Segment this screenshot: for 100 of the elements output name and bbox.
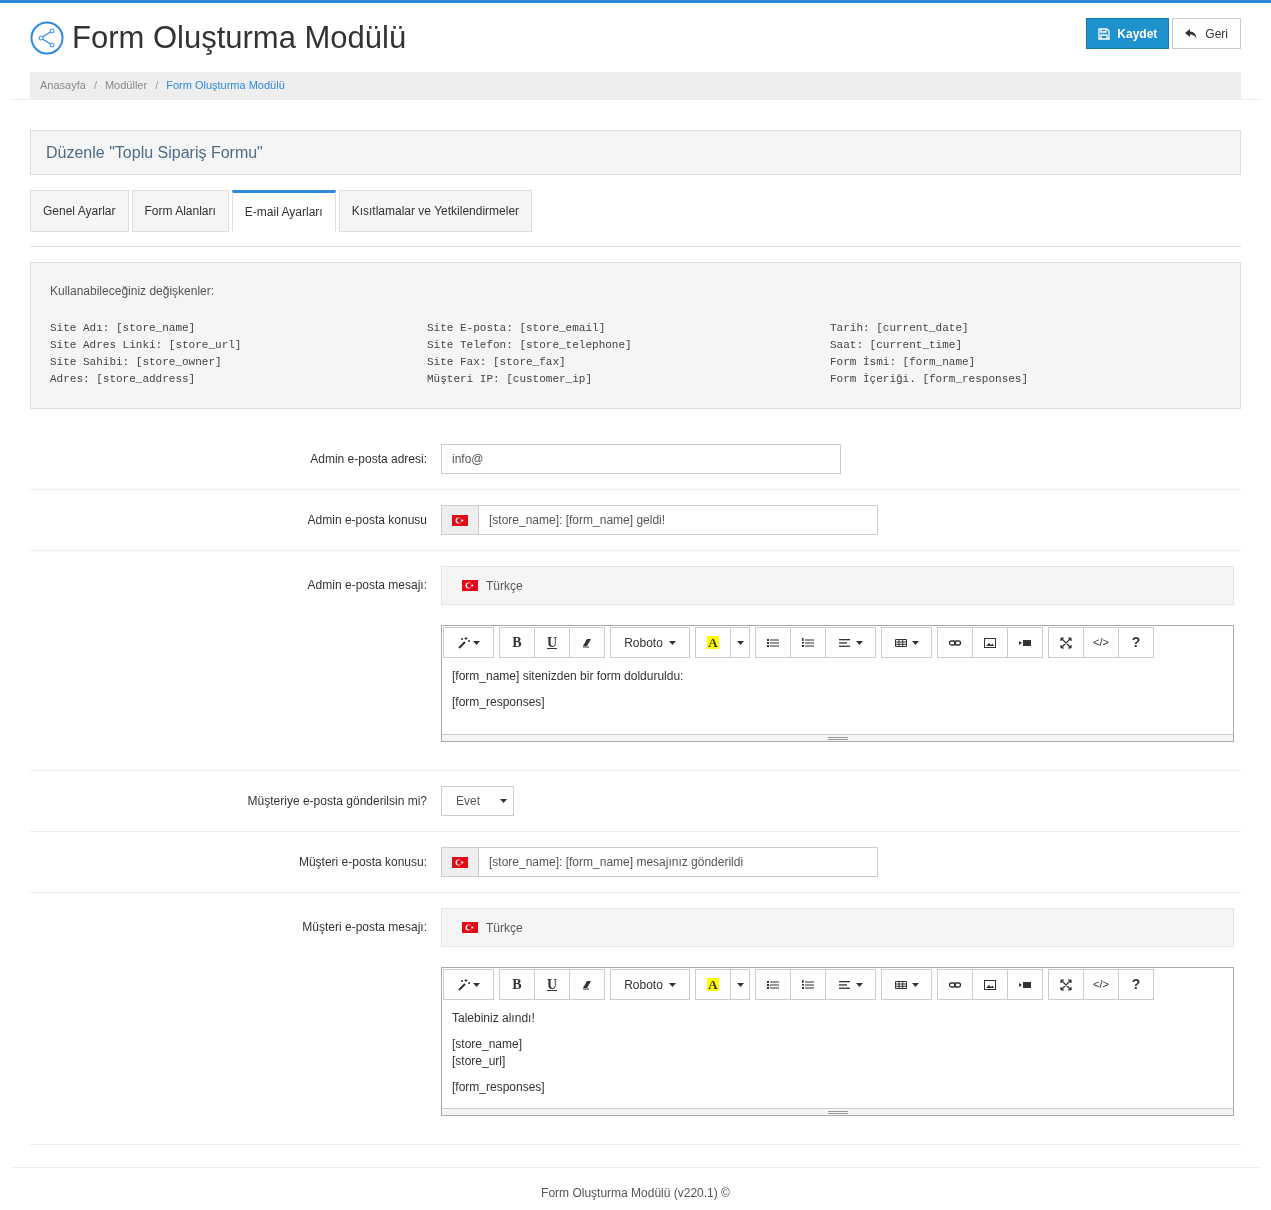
caret-icon: [736, 640, 744, 645]
magic-wand-icon: [457, 977, 471, 992]
caret-icon: [668, 982, 676, 987]
resize-handle[interactable]: [442, 1108, 1233, 1115]
image-icon: [983, 977, 997, 992]
fullscreen-button[interactable]: [1048, 969, 1084, 1000]
variable-text: Form İsmi: [form_name]: [830, 355, 977, 370]
caret-icon: [500, 799, 507, 803]
select-dropdown[interactable]: Evet: [441, 786, 514, 816]
editor-paragraph: [form_name] sitenizden bir form dolduruldu:: [452, 668, 685, 685]
variables-title: Kullanabileceğiniz değişkenler:: [50, 283, 216, 300]
image-button[interactable]: [972, 969, 1008, 1000]
variable-text: Saat: [current_time]: [830, 338, 964, 353]
page-title: Form Oluşturma Modülü: [72, 19, 407, 57]
style-button[interactable]: [443, 627, 494, 658]
caret-icon: [736, 982, 744, 987]
variable-text: Form İçeriği. [form_responses]: [830, 372, 1030, 387]
variable-text: Site Adı: [store_name]: [50, 321, 197, 336]
color-dropdown-button[interactable]: [730, 969, 750, 1000]
numbered-list-icon: [801, 635, 815, 650]
tab[interactable]: Form Alanları: [131, 190, 229, 232]
tab[interactable]: Kısıtlamalar ve Yetkilendirmeler: [338, 190, 533, 232]
text-color-button[interactable]: A: [695, 969, 731, 1000]
flag-icon: [462, 922, 478, 933]
clear-format-button[interactable]: [569, 969, 605, 1000]
back-button[interactable]: Geri: [1172, 18, 1241, 49]
font-dropdown[interactable]: Roboto: [610, 627, 690, 658]
bold-button[interactable]: B: [499, 969, 535, 1000]
field-label: Müşteri e-posta konusu:: [298, 854, 427, 871]
underline-button[interactable]: U: [534, 627, 570, 658]
language-tab[interactable]: Türkçe: [462, 576, 523, 595]
numbered-list-icon: [801, 977, 815, 992]
tab[interactable]: Genel Ayarlar: [30, 190, 129, 232]
table-button[interactable]: [881, 969, 932, 1000]
bold-button[interactable]: B: [499, 627, 535, 658]
editor-paragraph: [form_responses]: [452, 1079, 546, 1096]
reply-arrow-icon: [1185, 28, 1198, 39]
language-tab[interactable]: Türkçe: [462, 918, 523, 937]
variable-text: Site Fax: [store_fax]: [427, 355, 567, 370]
caret-icon: [912, 640, 919, 645]
breadcrumb-separator: /: [154, 78, 160, 94]
panel-title: Düzenle "Toplu Sipariş Formu": [46, 142, 263, 163]
table-button[interactable]: [881, 627, 932, 658]
caret-icon: [856, 640, 863, 645]
fullscreen-icon: [1059, 977, 1073, 992]
code-view-button[interactable]: </>: [1083, 969, 1119, 1000]
field-label: Admin e-posta mesajı:: [307, 577, 427, 594]
align-button[interactable]: [825, 969, 876, 1000]
bullet-list-button[interactable]: [755, 969, 791, 1000]
text-color-button[interactable]: A: [695, 627, 731, 658]
flag-icon: [462, 580, 478, 591]
footer-text: Form Oluşturma Modülü (v220.1) ©: [541, 1185, 730, 1202]
editor-paragraph: [store_name] [store_url]: [452, 1036, 524, 1070]
subject-input[interactable]: [store_name]: [form_name] geldi!: [479, 505, 878, 535]
bullet-list-button[interactable]: [755, 627, 791, 658]
image-button[interactable]: [972, 627, 1008, 658]
align-button[interactable]: [825, 627, 876, 658]
email-input[interactable]: info@: [441, 444, 841, 474]
video-button[interactable]: [1007, 969, 1043, 1000]
variable-text: Site Telefon: [store_telephone]: [427, 338, 633, 353]
tab[interactable]: E-mail Ayarları: [231, 190, 336, 232]
field-label: Admin e-posta konusu: [307, 512, 427, 529]
caret-icon: [912, 982, 919, 987]
resize-handle[interactable]: [442, 734, 1233, 741]
variable-text: Site E-posta: [store_email]: [427, 321, 607, 336]
field-label: Admin e-posta adresi:: [310, 451, 427, 468]
color-dropdown-button[interactable]: [730, 627, 750, 658]
image-icon: [983, 635, 997, 650]
style-button[interactable]: [443, 969, 494, 1000]
caret-icon: [473, 982, 480, 987]
link-button[interactable]: [937, 969, 973, 1000]
editor-paragraph: [form_responses]: [452, 694, 546, 711]
help-button[interactable]: ?: [1118, 969, 1154, 1000]
field-label: Müşteriye e-posta gönderilsin mi?: [247, 793, 427, 810]
caret-icon: [856, 982, 863, 987]
caret-icon: [473, 640, 480, 645]
code-view-button[interactable]: </>: [1083, 627, 1119, 658]
caret-icon: [668, 640, 676, 645]
font-dropdown[interactable]: Roboto: [610, 969, 690, 1000]
numbered-list-button[interactable]: [790, 969, 826, 1000]
save-button[interactable]: Kaydet: [1086, 18, 1170, 49]
subject-input[interactable]: [store_name]: [form_name] mesajınız gönderildi: [479, 847, 878, 877]
numbered-list-button[interactable]: [790, 627, 826, 658]
link-button[interactable]: [937, 627, 973, 658]
video-button[interactable]: [1007, 627, 1043, 658]
variable-text: Site Adres Linki: [store_url]: [50, 338, 243, 353]
variable-text: Müşteri IP: [customer_ip]: [427, 372, 594, 387]
field-label: Müşteri e-posta mesajı:: [302, 919, 427, 936]
variable-text: Site Sahibi: [store_owner]: [50, 355, 223, 370]
help-button[interactable]: ?: [1118, 627, 1154, 658]
magic-wand-icon: [457, 635, 471, 650]
editor-paragraph: Talebiniz alındı!: [452, 1010, 536, 1027]
variable-text: Adres: [store_address]: [50, 372, 197, 387]
underline-button[interactable]: U: [534, 969, 570, 1000]
flag-icon: [452, 514, 468, 526]
clear-format-button[interactable]: [569, 627, 605, 658]
share-icon: [30, 21, 64, 55]
fullscreen-icon: [1059, 635, 1073, 650]
fullscreen-button[interactable]: [1048, 627, 1084, 658]
breadcrumb-separator: /: [92, 78, 98, 94]
